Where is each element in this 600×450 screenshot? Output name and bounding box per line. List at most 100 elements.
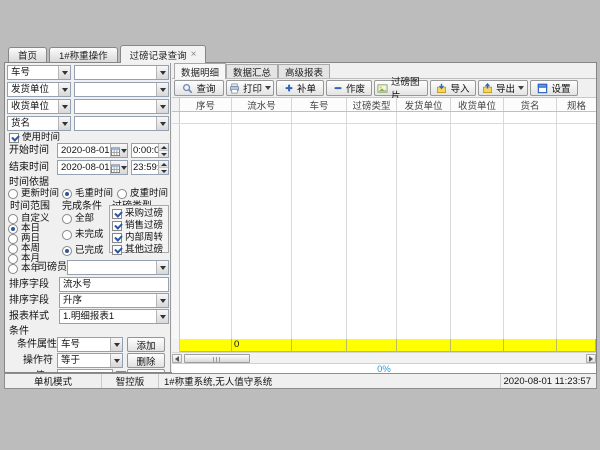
radio-icon[interactable] <box>117 189 127 199</box>
column-header-serial[interactable]: 流水号 <box>232 98 292 111</box>
checkbox-checked-icon[interactable] <box>112 221 122 231</box>
chevron-down-icon[interactable] <box>156 83 168 96</box>
chevron-down-icon[interactable] <box>110 338 122 351</box>
chevron-down-icon[interactable] <box>156 117 168 130</box>
add-condition-button[interactable]: 添加 <box>127 337 165 352</box>
column-header-weigh-type[interactable]: 过磅类型 <box>347 98 397 111</box>
field-select-receiver[interactable]: 收货单位 <box>7 99 71 114</box>
print-button[interactable]: 打印 <box>226 80 274 96</box>
radio-finish-all[interactable]: 全部 <box>62 213 94 224</box>
weigh-photo-button[interactable]: 过磅图片 <box>374 80 428 96</box>
checkbox-purchase-weigh[interactable]: 采购过磅 <box>112 208 168 219</box>
condition-attr-combo[interactable]: 车号 <box>57 337 123 352</box>
checkbox-other-weigh[interactable]: 其他过磅 <box>112 244 168 255</box>
value-combo-receiver[interactable] <box>74 99 169 114</box>
radio-finish-unfinished[interactable]: 未完成 <box>62 229 104 240</box>
column-header-receiver[interactable]: 收货单位 <box>451 98 504 111</box>
use-time-checkbox[interactable]: 使用时间 <box>9 132 60 143</box>
radio-icon[interactable] <box>8 264 18 274</box>
checkbox-internal-transfer[interactable]: 内部周转 <box>112 232 168 243</box>
column-header-shipper[interactable]: 发货单位 <box>397 98 451 111</box>
sort-field-input[interactable]: 流水号 <box>59 277 169 292</box>
grid-body[interactable] <box>172 112 596 339</box>
radio-icon[interactable] <box>8 254 18 264</box>
checkbox-checked-icon[interactable] <box>112 245 122 255</box>
radio-icon[interactable] <box>8 244 18 254</box>
chevron-down-icon[interactable] <box>156 66 168 79</box>
settings-button[interactable]: 设置 <box>530 80 578 96</box>
dropdown-caret-icon[interactable] <box>265 86 271 90</box>
radio-finish-finished[interactable]: 已完成 <box>62 245 104 256</box>
chevron-down-icon[interactable] <box>58 66 70 79</box>
calendar-icon[interactable] <box>110 161 127 174</box>
column-header-vehicle[interactable]: 车号 <box>292 98 347 111</box>
checkbox-checked-icon[interactable] <box>112 233 122 243</box>
value-combo-vehicle[interactable] <box>74 65 169 80</box>
radio-range-year[interactable]: 本年 <box>8 263 40 274</box>
tab-weigh-record-query[interactable]: 过磅记录查询 × <box>120 45 207 63</box>
radio-icon[interactable] <box>8 189 18 199</box>
horizontal-scrollbar[interactable] <box>172 352 596 363</box>
tab-advanced-report[interactable]: 高级报表 <box>278 64 330 78</box>
import-button[interactable]: 导入 <box>430 80 476 96</box>
close-tab-icon[interactable]: × <box>191 51 197 59</box>
void-button[interactable]: 作废 <box>326 80 372 96</box>
tab-data-detail[interactable]: 数据明细 <box>174 63 226 79</box>
column-header-goods[interactable]: 货名 <box>504 98 557 111</box>
radio-selected-icon[interactable] <box>62 189 72 199</box>
checkbox-checked-icon[interactable] <box>9 133 19 143</box>
value-input[interactable] <box>57 369 113 372</box>
scroll-right-button[interactable] <box>586 354 596 363</box>
field-select-shipper[interactable]: 发货单位 <box>7 82 71 97</box>
radio-icon[interactable] <box>8 234 18 244</box>
tab-home[interactable]: 首页 <box>8 47 47 62</box>
radio-icon[interactable] <box>8 214 18 224</box>
column-header-spec[interactable]: 规格 <box>557 98 596 111</box>
delete-condition-button[interactable]: 删除 <box>127 353 165 368</box>
field-select-vehicle[interactable]: 车号 <box>7 65 71 80</box>
radio-gross-time[interactable]: 毛重时间 <box>62 188 113 199</box>
checkbox-checked-icon[interactable] <box>112 209 122 219</box>
value-checkbox[interactable] <box>116 371 126 372</box>
chevron-down-icon[interactable] <box>156 100 168 113</box>
sort-order-combo[interactable]: 升序 <box>59 293 169 308</box>
chevron-down-icon[interactable] <box>156 310 168 323</box>
field-select-goods[interactable]: 货名 <box>7 116 71 131</box>
tab-data-summary[interactable]: 数据汇总 <box>226 64 278 78</box>
chevron-down-icon[interactable] <box>156 261 168 274</box>
chevron-down-icon[interactable] <box>58 100 70 113</box>
chevron-down-icon[interactable] <box>58 83 70 96</box>
spinner-icon[interactable] <box>158 144 168 157</box>
chevron-down-icon[interactable] <box>156 294 168 307</box>
calendar-icon[interactable] <box>110 144 127 157</box>
spinner-icon[interactable] <box>158 161 168 174</box>
radio-selected-icon[interactable] <box>8 224 18 234</box>
checkbox-sale-weigh[interactable]: 销售过磅 <box>112 220 168 231</box>
radio-icon[interactable] <box>62 214 72 224</box>
end-date-picker[interactable]: 2020-08-01 <box>57 160 128 175</box>
radio-selected-icon[interactable] <box>62 246 72 256</box>
dropdown-caret-icon[interactable] <box>518 86 524 90</box>
start-time-spinner[interactable]: 0:00:00 <box>131 143 169 158</box>
tab-weigh-operation[interactable]: 1#称重操作 <box>49 47 118 62</box>
start-date-picker[interactable]: 2020-08-01 <box>57 143 128 158</box>
column-header-seq[interactable]: 序号 <box>180 98 232 111</box>
clipped-button[interactable] <box>127 369 165 372</box>
radio-tare-time[interactable]: 皮重时间 <box>117 188 168 199</box>
scroll-left-button[interactable] <box>172 354 182 363</box>
scrollbar-thumb[interactable] <box>184 354 250 363</box>
radio-update-time[interactable]: 更新时间 <box>8 188 59 199</box>
supplement-order-button[interactable]: 补单 <box>276 80 324 96</box>
printer-icon <box>229 83 240 94</box>
end-time-spinner[interactable]: 23:59:59 <box>131 160 169 175</box>
report-style-combo[interactable]: 1.明细报表1 <box>59 309 169 324</box>
radio-icon[interactable] <box>62 230 72 240</box>
query-button[interactable]: 查询 <box>174 80 224 96</box>
weigher-combo[interactable] <box>67 260 169 275</box>
chevron-down-icon[interactable] <box>110 354 122 367</box>
export-button[interactable]: 导出 <box>478 80 528 96</box>
value-combo-shipper[interactable] <box>74 82 169 97</box>
value-combo-goods[interactable] <box>74 116 169 131</box>
chevron-down-icon[interactable] <box>58 117 70 130</box>
operator-combo[interactable]: 等于 <box>57 353 123 368</box>
